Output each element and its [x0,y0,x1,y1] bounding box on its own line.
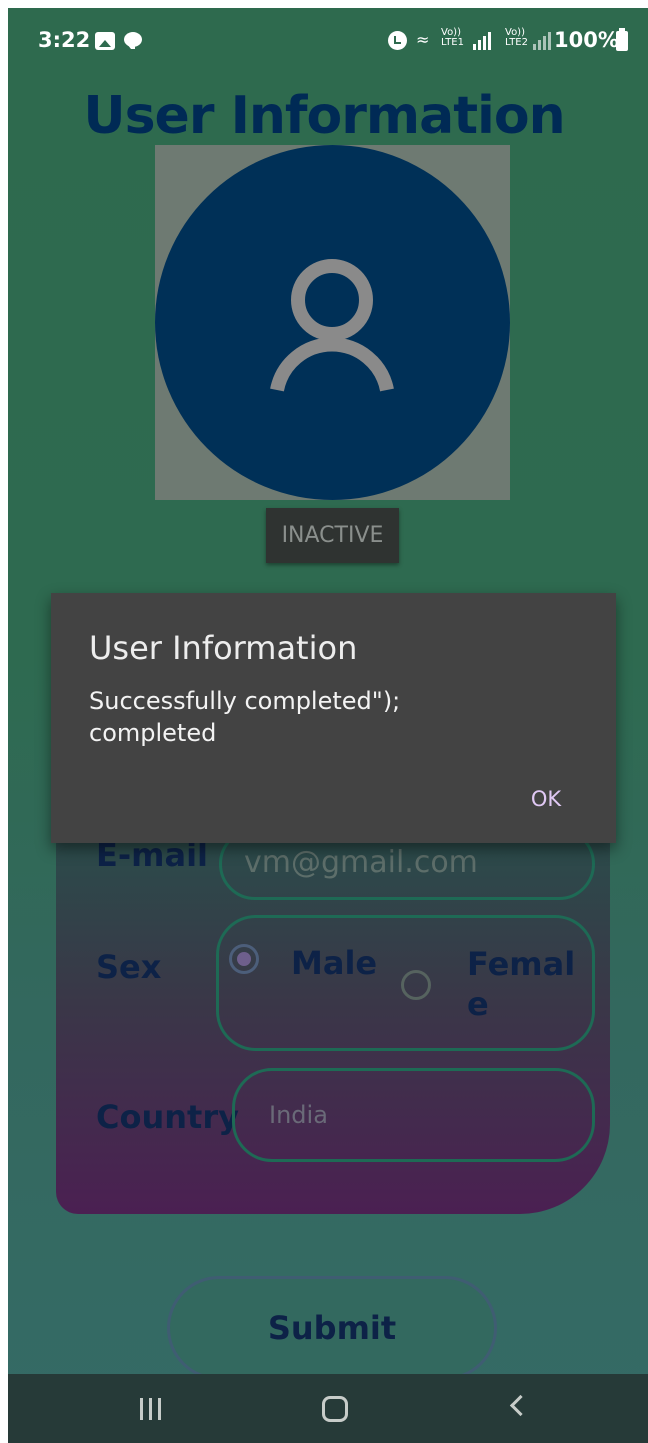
navigation-bar [8,1374,648,1443]
user-icon [270,259,394,392]
country-placeholder: India [269,1101,328,1129]
dialog-message: Successfully completed"); completed [89,687,401,747]
female-radio[interactable] [401,970,431,1000]
gallery-icon [95,32,115,50]
battery-percent: 100% [554,28,619,52]
avatar-circle [155,145,510,500]
status-bar: 3:22 ≈ Vo)) LTE1 Vo)) LTE2 100% [8,8,648,78]
wifi-icon: ≈ [416,30,430,49]
sim1-label: Vo)) LTE1 [441,27,464,48]
sex-label: Sex [96,948,162,986]
status-button[interactable]: INACTIVE [266,508,399,563]
female-label: Femal e [467,945,576,1023]
male-label: Male [291,944,378,982]
sim2-label: Vo)) LTE2 [505,27,528,48]
chat-icon [124,32,142,49]
alert-dialog: User Information Successfully completed"… [51,593,616,843]
phone-screen: 3:22 ≈ Vo)) LTE1 Vo)) LTE2 100% User Inf… [8,8,648,1443]
dialog-title: User Information [89,629,358,667]
sex-radio-group: Male Femal e [216,915,595,1051]
page-title: User Information [83,86,565,146]
recent-apps-icon[interactable] [140,1398,166,1420]
country-field[interactable]: India [232,1068,595,1162]
back-icon[interactable] [509,1394,532,1417]
status-time: 3:22 [38,28,91,52]
submit-button[interactable]: Submit [167,1276,497,1380]
male-radio[interactable] [229,944,259,974]
country-label: Country [96,1098,239,1136]
home-icon[interactable] [322,1396,348,1422]
alarm-icon [388,31,407,50]
battery-icon [616,28,628,51]
avatar-image[interactable] [155,145,510,500]
dialog-ok-button[interactable]: OK [511,781,581,817]
email-value: vm@gmail.com [244,845,478,880]
signal1-icon [473,32,497,50]
